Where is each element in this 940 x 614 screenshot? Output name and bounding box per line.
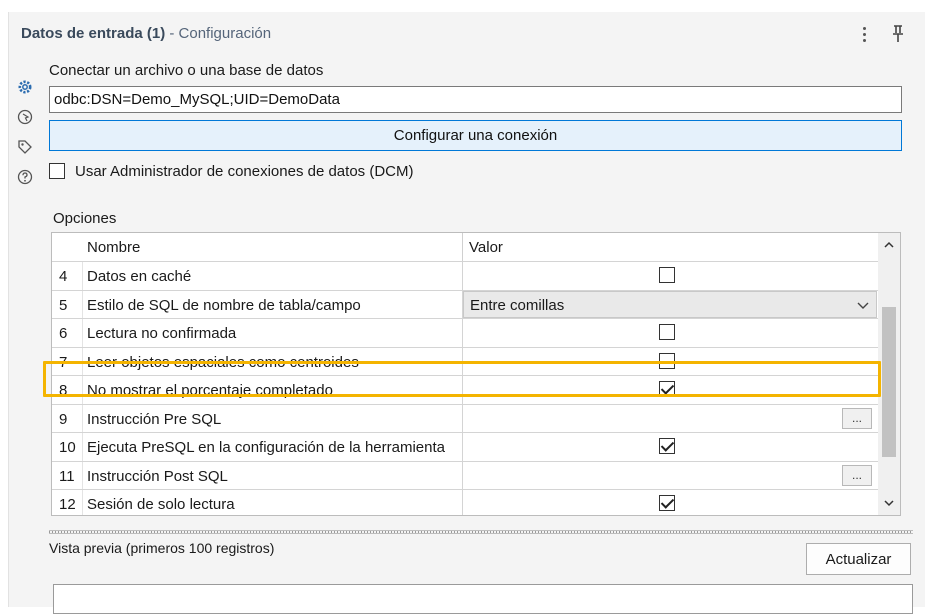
table-row[interactable]: 6 Lectura no confirmada: [52, 318, 878, 347]
sidebar: [9, 56, 41, 607]
row-number: 6: [59, 325, 68, 342]
column-header-value: Valor: [469, 239, 503, 256]
options-label: Opciones: [53, 210, 117, 227]
row-value-checkbox[interactable]: [659, 324, 675, 340]
row-number: 9: [59, 410, 68, 428]
connect-label: Conectar un archivo o una base de datos: [49, 62, 324, 79]
row-name: Leer objetos espaciales como centroides: [87, 353, 359, 371]
panel-title-text: Datos de entrada (1): [21, 25, 166, 42]
row-value-ellipsis-button[interactable]: ...: [842, 407, 872, 429]
table-row[interactable]: 9 Instrucción Pre SQL...: [52, 403, 878, 432]
row-value-ellipsis-button[interactable]: ...: [842, 464, 872, 486]
row-name: Ejecuta PreSQL en la configuración de la…: [87, 439, 445, 456]
row-number: 5: [59, 296, 68, 314]
row-number: 8: [59, 382, 68, 399]
connection-string-input[interactable]: [49, 86, 902, 113]
pin-icon[interactable]: [889, 24, 907, 44]
scroll-down-icon[interactable]: [883, 497, 895, 509]
table-row[interactable]: 10 Ejecuta PreSQL en la configuración de …: [52, 432, 878, 461]
row-value-checkbox[interactable]: [659, 352, 675, 369]
row-name: No mostrar el porcentaje completado: [87, 382, 333, 399]
dcm-checkbox[interactable]: [49, 163, 65, 179]
row-name: Instrucción Post SQL: [87, 467, 228, 485]
row-value-dropdown[interactable]: Entre comillas: [463, 290, 877, 318]
column-header-name: Nombre: [87, 239, 141, 256]
table-row[interactable]: 8 No mostrar el porcentaje completado: [52, 375, 878, 404]
row-value-checkbox[interactable]: [659, 438, 675, 454]
row-name: Sesión de solo lectura: [87, 496, 235, 513]
configuration-panel: Datos de entrada (1) - Configuración Con…: [8, 12, 925, 614]
dcm-label: Usar Administrador de conexiones de dato…: [75, 162, 414, 180]
row-name: Datos en caché: [87, 268, 192, 285]
vertical-scrollbar[interactable]: [878, 233, 900, 515]
row-number: 7: [59, 353, 68, 371]
gear-icon[interactable]: [16, 78, 34, 96]
dcm-option[interactable]: Usar Administrador de conexiones de dato…: [49, 160, 413, 182]
title-bar: Datos de entrada (1) - Configuración: [9, 12, 925, 56]
settings-content: Conectar un archivo o una base de datos …: [41, 56, 925, 614]
row-name: Lectura no confirmada: [87, 325, 237, 342]
row-number: 10: [59, 439, 76, 456]
preview-area: [53, 584, 913, 614]
row-name: Estilo de SQL de nombre de tabla/campo: [87, 296, 361, 314]
row-value-checkbox[interactable]: [659, 267, 675, 283]
table-row[interactable]: 7 Leer objetos espaciales como centroides: [52, 346, 878, 375]
scroll-up-icon[interactable]: [883, 239, 895, 251]
row-number: 12: [59, 496, 76, 513]
grid-header: Nombre Valor: [52, 233, 878, 261]
table-row[interactable]: 5 Estilo de SQL de nombre de tabla/campo E…: [52, 289, 878, 318]
row-value-checkbox[interactable]: [659, 495, 675, 511]
row-name: Instrucción Pre SQL: [87, 410, 222, 428]
row-value-checkbox[interactable]: [659, 381, 675, 397]
scrollbar-thumb[interactable]: [882, 307, 896, 457]
panel-splitter[interactable]: [49, 530, 913, 534]
help-icon[interactable]: [16, 168, 34, 186]
table-row[interactable]: 11 Instrucción Post SQL...: [52, 460, 878, 489]
more-options-icon[interactable]: [857, 23, 871, 45]
row-number: 11: [59, 467, 75, 485]
preview-label: Vista previa (primeros 100 registros): [49, 540, 275, 556]
panel-subtitle: - Configuración: [165, 25, 272, 42]
row-number: 4: [59, 268, 68, 285]
grid-rows: 4 Datos en caché 5 Estilo de SQL de nombre …: [52, 261, 878, 515]
panel-title: Datos de entrada (1) - Configuración: [21, 25, 271, 42]
tag-icon[interactable]: [16, 138, 34, 156]
globe-cursor-icon[interactable]: [16, 108, 34, 126]
refresh-button[interactable]: Actualizar: [806, 543, 911, 575]
dropdown-selected-value: Entre comillas: [470, 296, 565, 314]
table-row[interactable]: 4 Datos en caché: [52, 261, 878, 290]
options-grid: Nombre Valor 4 Datos en caché 5 Estilo de S…: [51, 232, 901, 516]
chevron-down-icon: [857, 302, 869, 309]
table-row[interactable]: 12 Sesión de solo lectura: [52, 489, 878, 515]
configure-connection-button[interactable]: Configurar una conexión: [49, 120, 902, 151]
